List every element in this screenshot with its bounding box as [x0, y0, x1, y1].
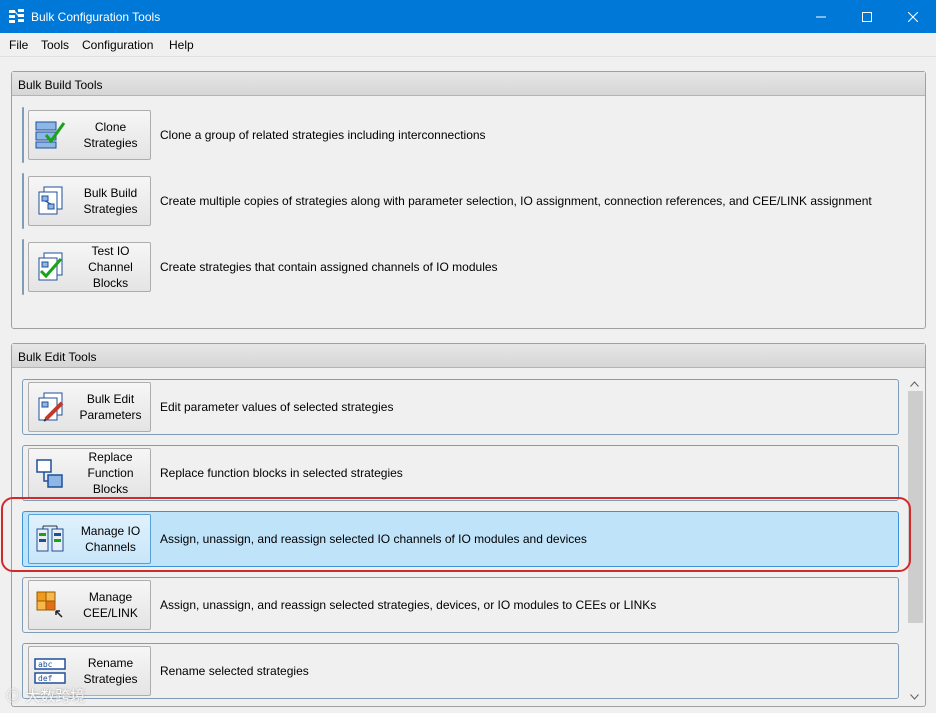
- tool-button-label: Bulk Build Strategies: [83, 186, 138, 216]
- tool-description: Assign, unassign, and reassign selected …: [160, 598, 657, 612]
- tool-button-label: Bulk Edit Parameters: [79, 392, 142, 422]
- bulk-build-icon: [38, 186, 63, 215]
- bulk-edit-icon: [38, 392, 64, 422]
- replace-function-blocks-button[interactable]: Replace Function Blocks: [28, 448, 151, 498]
- maximize-button[interactable]: [844, 0, 890, 33]
- rename-icon: abc def: [34, 658, 66, 684]
- menu-bar: File Tools Configuration Help: [0, 33, 936, 57]
- test-io-icon: [38, 252, 63, 281]
- tool-description: Create strategies that contain assigned …: [160, 260, 498, 274]
- menu-help[interactable]: Help: [169, 38, 194, 52]
- tool-description: Assign, unassign, and reassign selected …: [160, 532, 587, 546]
- svg-text:abc: abc: [38, 660, 53, 669]
- manage-cee-link-button[interactable]: Manage CEE/LINK: [28, 580, 151, 630]
- manage-cee-icon: [36, 591, 63, 618]
- tool-row-bulk-edit-parameters[interactable]: Bulk Edit Parameters Edit parameter value…: [22, 379, 899, 435]
- tool-button-label: Manage CEE/LINK: [83, 590, 138, 620]
- tool-description: Create multiple copies of strategies alo…: [160, 194, 872, 208]
- title-bar: Bulk Configuration Tools: [0, 0, 936, 33]
- tool-row-test-io-channel-blocks[interactable]: Test IO Channel Blocks Create strategies t…: [22, 239, 498, 295]
- app-icon: [9, 9, 24, 23]
- bulk-edit-tools-group: Bulk Edit Tools Bulk Edit Parameters Edit…: [11, 343, 926, 707]
- tool-button-label: Clone Strategies: [83, 120, 138, 150]
- watermark-logo-icon: ◎: [6, 688, 22, 705]
- clone-strategies-icon: [35, 121, 66, 149]
- bulk-build-tools-group: Bulk Build Tools Clone Strategies Clone a…: [11, 71, 926, 329]
- watermark-text: 大数跨境: [25, 688, 86, 705]
- test-io-channel-blocks-button[interactable]: Test IO Channel Blocks: [28, 242, 151, 292]
- manage-io-icon: [36, 525, 64, 552]
- tool-row-manage-io-channels[interactable]: Manage IO Channels Assign, unassign, and …: [22, 511, 899, 567]
- maximize-icon: [862, 11, 872, 22]
- replace-blocks-icon: [36, 459, 63, 488]
- window-title: Bulk Configuration Tools: [31, 10, 161, 24]
- manage-io-channels-button[interactable]: Manage IO Channels: [28, 514, 151, 564]
- tool-button-label: Manage IO Channels: [80, 524, 141, 554]
- tool-button-label: Test IO Channel Blocks: [88, 244, 133, 290]
- menu-tools[interactable]: Tools: [41, 38, 69, 52]
- close-button[interactable]: [890, 0, 936, 33]
- tool-description: Clone a group of related strategies incl…: [160, 128, 486, 142]
- tool-row-bulk-build-strategies[interactable]: Bulk Build Strategies Create multiple cop…: [22, 173, 872, 229]
- svg-text:def: def: [38, 674, 53, 683]
- tool-description: Edit parameter values of selected strate…: [160, 400, 394, 414]
- tool-row-replace-function-blocks[interactable]: Replace Function Blocks Replace function b…: [22, 445, 899, 501]
- scroll-thumb[interactable]: [908, 391, 923, 623]
- watermark: ◎ 大数跨境: [6, 685, 85, 706]
- vertical-scrollbar[interactable]: [906, 377, 923, 704]
- tool-button-label: Replace Function Blocks: [87, 450, 134, 496]
- group-header: Bulk Edit Tools: [12, 344, 925, 368]
- group-header: Bulk Build Tools: [12, 72, 925, 96]
- chevron-up-icon: [910, 381, 919, 387]
- minimize-icon: [816, 16, 826, 17]
- minimize-button[interactable]: [798, 0, 844, 33]
- menu-file[interactable]: File: [9, 38, 28, 52]
- tool-description: Rename selected strategies: [160, 664, 309, 678]
- clone-strategies-button[interactable]: Clone Strategies: [28, 110, 151, 160]
- chevron-down-icon: [910, 694, 919, 700]
- scroll-up-button[interactable]: [906, 377, 923, 391]
- tool-description: Replace function blocks in selected stra…: [160, 466, 403, 480]
- bulk-build-strategies-button[interactable]: Bulk Build Strategies: [28, 176, 151, 226]
- bulk-edit-parameters-button[interactable]: Bulk Edit Parameters: [28, 382, 151, 432]
- scroll-down-button[interactable]: [906, 690, 923, 704]
- tool-row-manage-cee-link[interactable]: Manage CEE/LINK Assign, unassign, and rea…: [22, 577, 899, 633]
- tool-row-clone-strategies[interactable]: Clone Strategies Clone a group of related…: [22, 107, 486, 163]
- tool-row-rename-strategies[interactable]: abc def Rename Strategies Rename selected…: [22, 643, 899, 699]
- menu-configuration[interactable]: Configuration: [82, 38, 153, 52]
- close-icon: [908, 11, 918, 22]
